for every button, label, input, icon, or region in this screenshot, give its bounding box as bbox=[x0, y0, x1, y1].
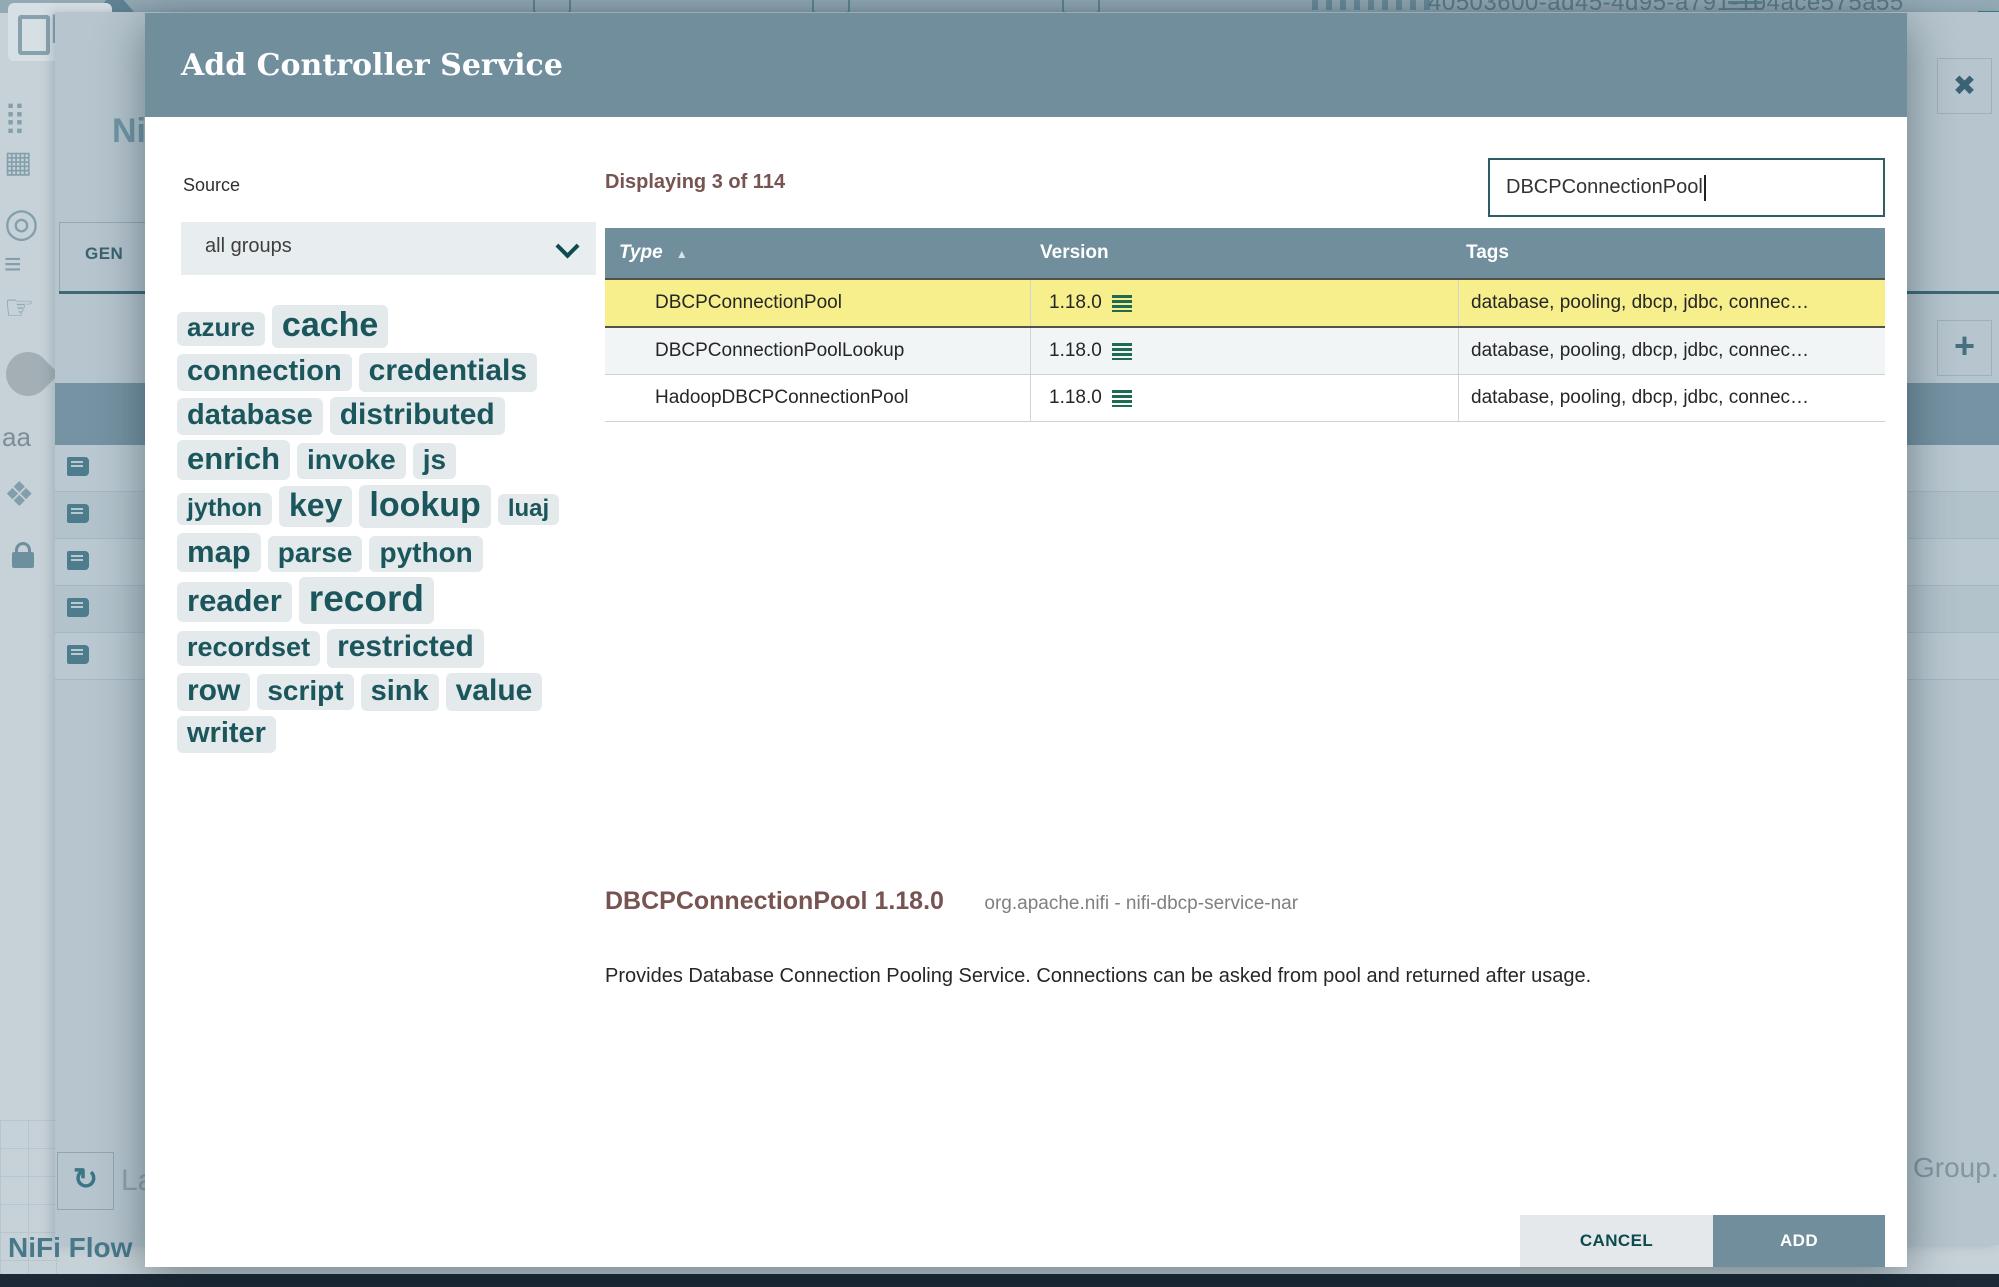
tag-pill-value[interactable]: value bbox=[445, 672, 543, 712]
status-bar bbox=[0, 1274, 1999, 1287]
refresh-icon: ↻ bbox=[57, 1152, 114, 1210]
tag-pill-row[interactable]: row bbox=[177, 672, 251, 712]
source-group-dropdown[interactable]: all groups bbox=[181, 222, 596, 275]
tag-pill-jython[interactable]: jython bbox=[177, 492, 272, 526]
hand-icon: ☞ bbox=[4, 289, 35, 327]
add-service-icon: + bbox=[1937, 320, 1992, 376]
source-label: Source bbox=[183, 175, 241, 195]
cell-version: 1.18.0 bbox=[1030, 375, 1458, 421]
aa-label: aa bbox=[2, 422, 31, 452]
table-row-DBCPConnectionPoolLookup[interactable]: DBCPConnectionPoolLookup 1.18.0 database, … bbox=[605, 328, 1885, 375]
cell-type: DBCPConnectionPoolLookup bbox=[655, 340, 905, 361]
dialog-header: Add Controller Service bbox=[145, 13, 1907, 117]
book-icon bbox=[67, 457, 89, 476]
left-icon-column: ⣿ ▦ ◎ ≡ ☞ ❖ bbox=[0, 0, 55, 1287]
column-header-type[interactable]: Type ▲ bbox=[605, 242, 1030, 264]
compass-icon: ◎ bbox=[4, 201, 39, 245]
lines-icon: ≡ bbox=[4, 248, 22, 281]
version-list-icon bbox=[1111, 294, 1132, 312]
cell-tags: database, pooling, dbcp, jdbc, connec… bbox=[1458, 280, 1885, 326]
tag-pill-sink[interactable]: sink bbox=[360, 673, 439, 711]
bricks-icon: ▦ bbox=[4, 146, 33, 179]
chevron-down-icon bbox=[555, 234, 580, 259]
breadcrumb: NiFi Flow bbox=[8, 1232, 133, 1263]
close-icon: ✖ bbox=[1937, 58, 1992, 114]
version-list-icon bbox=[1111, 342, 1132, 360]
cell-version: 1.18.0 bbox=[1030, 280, 1458, 326]
tag-pill-restricted[interactable]: restricted bbox=[327, 629, 484, 668]
filter-type-value: DBCPConnectionPool bbox=[1506, 176, 1703, 198]
tag-pill-lookup[interactable]: lookup bbox=[359, 484, 491, 528]
book-icon bbox=[67, 598, 89, 617]
source-group-value: all groups bbox=[205, 235, 292, 257]
tag-pill-map[interactable]: map bbox=[177, 532, 261, 573]
selected-service-title: DBCPConnectionPool 1.18.0 bbox=[605, 887, 944, 915]
tag-pill-record[interactable]: record bbox=[298, 577, 434, 625]
dialog-title: Add Controller Service bbox=[181, 47, 563, 83]
book-icon bbox=[67, 645, 89, 664]
tag-pill-luaj[interactable]: luaj bbox=[497, 493, 560, 526]
grid-dots-icon: ⣿ bbox=[4, 101, 26, 134]
result-count: Displaying 3 of 114 bbox=[605, 171, 786, 193]
lock-icon bbox=[12, 542, 34, 568]
tag-pill-js[interactable]: js bbox=[412, 443, 457, 480]
tag-pill-database[interactable]: database bbox=[177, 397, 323, 435]
add-controller-service-dialog: Add Controller Service Source all groups… bbox=[145, 13, 1907, 1267]
tag-pill-cache[interactable]: cache bbox=[271, 305, 389, 349]
tag-pill-connection[interactable]: connection bbox=[177, 354, 352, 392]
tag-pill-script[interactable]: script bbox=[257, 673, 354, 710]
book-icon bbox=[67, 551, 89, 570]
text-caret bbox=[1703, 174, 1706, 201]
tag-pill-credentials[interactable]: credentials bbox=[358, 353, 538, 392]
puzzle-icon: ❖ bbox=[4, 476, 35, 514]
cell-tags: database, pooling, dbcp, jdbc, connec… bbox=[1458, 375, 1885, 421]
column-header-version[interactable]: Version bbox=[1030, 242, 1458, 264]
sort-asc-icon: ▲ bbox=[675, 247, 688, 261]
service-type-table: Type ▲ Version Tags DBCPConnectionPool 1.… bbox=[605, 228, 1885, 422]
table-rows: DBCPConnectionPool 1.18.0 database, poolin… bbox=[605, 278, 1885, 422]
table-row-HadoopDBCPConnectionPool[interactable]: HadoopDBCPConnectionPool 1.18.0 database, … bbox=[605, 375, 1885, 422]
group-text: Group. bbox=[1913, 1152, 1999, 1183]
nifi-screen: 40503600-ad45-4d95-a791-1b4ace575a55 Fi … bbox=[0, 0, 1999, 1287]
tab-general-label: GEN bbox=[85, 244, 124, 263]
tag-pill-python[interactable]: python bbox=[369, 535, 483, 573]
tag-pill-invoke[interactable]: invoke bbox=[297, 443, 406, 480]
table-header-row: Type ▲ Version Tags bbox=[605, 228, 1885, 278]
cell-tags: database, pooling, dbcp, jdbc, connec… bbox=[1458, 328, 1885, 374]
tag-pill-parse[interactable]: parse bbox=[267, 535, 363, 573]
dialog-body: Source all groups azure cache connection cr… bbox=[145, 117, 1907, 1267]
filter-type-input[interactable]: DBCPConnectionPool bbox=[1488, 158, 1885, 217]
tag-pill-writer[interactable]: writer bbox=[177, 716, 276, 754]
tag-pill-azure[interactable]: azure bbox=[177, 312, 265, 346]
template-icon bbox=[1312, 0, 1432, 10]
cell-type: HadoopDBCPConnectionPool bbox=[655, 387, 909, 408]
cell-type: DBCPConnectionPool bbox=[655, 292, 842, 313]
selected-service-details: DBCPConnectionPool 1.18.0 org.apache.nif… bbox=[605, 887, 1298, 916]
column-header-tags[interactable]: Tags bbox=[1458, 242, 1885, 264]
selected-service-description: Provides Database Connection Pooling Ser… bbox=[605, 965, 1592, 987]
tag-pill-recordset[interactable]: recordset bbox=[177, 631, 321, 667]
selected-service-bundle: org.apache.nifi - nifi-dbcp-service-nar bbox=[984, 893, 1299, 914]
tag-pill-key[interactable]: key bbox=[279, 485, 353, 527]
tag-cloud: azure cache connection credentials database d… bbox=[177, 305, 647, 758]
cancel-button[interactable]: CANCEL bbox=[1520, 1215, 1713, 1267]
tag-pill-enrich[interactable]: enrich bbox=[177, 440, 291, 480]
add-button[interactable]: ADD bbox=[1713, 1215, 1885, 1267]
cell-version: 1.18.0 bbox=[1030, 328, 1458, 374]
book-icon bbox=[67, 504, 89, 523]
tag-pill-distributed[interactable]: distributed bbox=[329, 396, 505, 436]
table-row-DBCPConnectionPool[interactable]: DBCPConnectionPool 1.18.0 database, poolin… bbox=[605, 278, 1885, 328]
version-list-icon bbox=[1111, 389, 1132, 407]
tag-pill-reader[interactable]: reader bbox=[177, 582, 292, 623]
